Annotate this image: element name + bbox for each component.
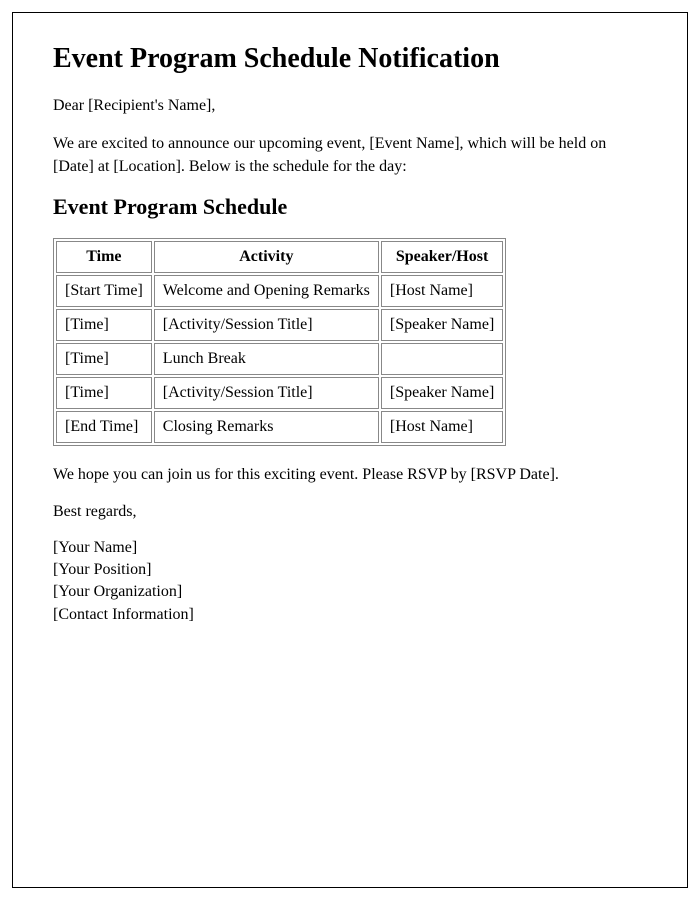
cell-speaker: [Host Name]: [381, 275, 503, 307]
schedule-heading: Event Program Schedule: [53, 194, 647, 220]
cell-activity: [Activity/Session Title]: [154, 309, 379, 341]
cell-speaker: [Speaker Name]: [381, 377, 503, 409]
cell-activity: [Activity/Session Title]: [154, 377, 379, 409]
cell-activity: Closing Remarks: [154, 411, 379, 443]
signature-organization: [Your Organization]: [53, 581, 647, 603]
cell-activity: Welcome and Opening Remarks: [154, 275, 379, 307]
cell-time: [Time]: [56, 377, 152, 409]
cell-time: [Time]: [56, 343, 152, 375]
document-page: Event Program Schedule Notification Dear…: [12, 12, 688, 888]
col-header-time: Time: [56, 241, 152, 273]
schedule-table: Time Activity Speaker/Host [Start Time] …: [53, 238, 506, 446]
cell-time: [End Time]: [56, 411, 152, 443]
signoff-line: Best regards,: [53, 503, 647, 521]
cell-time: [Start Time]: [56, 275, 152, 307]
table-row: [Time] [Activity/Session Title] [Speaker…: [56, 309, 503, 341]
col-header-speaker: Speaker/Host: [381, 241, 503, 273]
cell-time: [Time]: [56, 309, 152, 341]
greeting-line: Dear [Recipient's Name],: [53, 95, 647, 117]
closing-paragraph: We hope you can join us for this excitin…: [53, 464, 647, 486]
table-row: [Start Time] Welcome and Opening Remarks…: [56, 275, 503, 307]
table-row: [Time] Lunch Break: [56, 343, 503, 375]
cell-speaker: [Host Name]: [381, 411, 503, 443]
signature-position: [Your Position]: [53, 559, 647, 581]
cell-speaker: [381, 343, 503, 375]
table-row: [Time] [Activity/Session Title] [Speaker…: [56, 377, 503, 409]
cell-activity: Lunch Break: [154, 343, 379, 375]
cell-speaker: [Speaker Name]: [381, 309, 503, 341]
page-title: Event Program Schedule Notification: [53, 43, 647, 75]
table-header-row: Time Activity Speaker/Host: [56, 241, 503, 273]
col-header-activity: Activity: [154, 241, 379, 273]
signature-block: [Your Name] [Your Position] [Your Organi…: [53, 537, 647, 627]
table-row: [End Time] Closing Remarks [Host Name]: [56, 411, 503, 443]
signature-contact: [Contact Information]: [53, 604, 647, 626]
signature-name: [Your Name]: [53, 537, 647, 559]
intro-paragraph: We are excited to announce our upcoming …: [53, 133, 647, 178]
